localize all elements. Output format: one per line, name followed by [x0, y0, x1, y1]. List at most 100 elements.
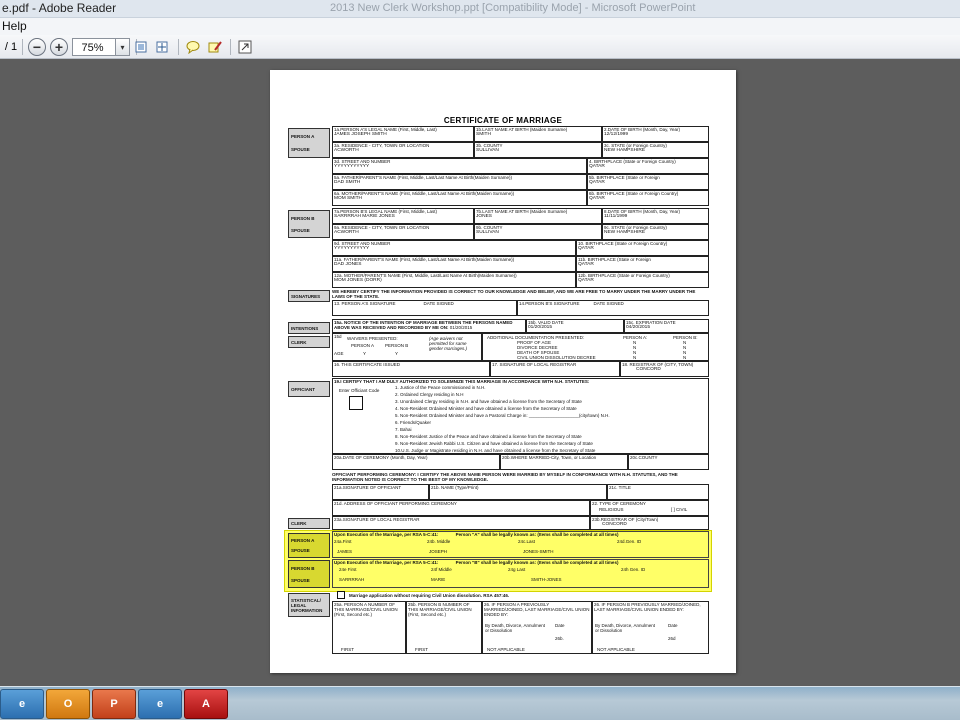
- internet-explorer-icon[interactable]: e: [138, 689, 182, 719]
- section-label: PERSON A: [291, 537, 315, 543]
- field-label: 16. THIS CERTIFICATE ISSUED: [334, 362, 401, 367]
- sign-icon[interactable]: [206, 38, 224, 56]
- internet-explorer-icon[interactable]: e: [0, 689, 44, 719]
- field-label-24h: 24h Gen. ID: [621, 567, 646, 572]
- field-9a: 9a. RESIDENCE - CITY, TOWN OR LOCATION AC…: [332, 224, 474, 240]
- field-value: CONCORD: [602, 522, 627, 527]
- execution-a-heading: Upon Execution of the Marriage, per RSA …: [334, 532, 439, 537]
- officiant-performing-statement: OFFICIANT PERFORMING CEREMONY: I CERTIFY…: [332, 472, 678, 483]
- field-label: 25b. PERSON B NUMBER OF THIS MARRIAGE/CI…: [408, 602, 472, 617]
- field-label-26d: 26d: [668, 636, 676, 641]
- pdf-page: CERTIFICATE OF MARRIAGE PERSON A SPOUSE 1…: [270, 70, 736, 673]
- field-value-24b: JOSEPH: [429, 549, 448, 554]
- field-value: QATAR: [578, 262, 594, 267]
- outlook-icon[interactable]: O: [46, 689, 90, 719]
- field-label: 13. PERSON A'S SIGNATURE: [334, 301, 396, 306]
- field-26a: 26. IF PERSON A PREVIOUSLY MARRIED/JOINE…: [482, 601, 592, 654]
- zoom-level-input[interactable]: 75%: [72, 38, 116, 56]
- field-label: 20a.DATE OF CEREMONY (Month, Day, Year): [334, 455, 428, 460]
- section-clerk-2: CLERK: [288, 518, 330, 529]
- field-value: FIRST: [341, 647, 354, 652]
- comment-icon[interactable]: [184, 38, 202, 56]
- waiver-person-a: PERSON A: [351, 343, 375, 348]
- page-count: / 1: [4, 41, 18, 53]
- officiant-code-input[interactable]: [349, 396, 363, 410]
- field-21b: 21b. NAME (Type/Print): [429, 484, 607, 500]
- field-label: 5a. FATHER/PARENT'S NAME (First, Middle,…: [334, 175, 512, 180]
- field-label-24f: 24f Middle: [431, 567, 452, 572]
- section-label: SPOUSE: [291, 577, 310, 583]
- execution-a-known: Person "A" shall be legally known as: (I…: [455, 532, 619, 537]
- field-1b: 1b.LAST NAME AT BIRTH (Maiden Surname) SM…: [474, 126, 602, 142]
- field-value: 12/12/1999: [604, 132, 629, 137]
- menu-help[interactable]: Help: [2, 19, 27, 33]
- fit-width-icon[interactable]: [153, 38, 171, 56]
- section-officiant: OFFICIANT: [288, 381, 330, 397]
- zoom-dropdown-icon[interactable]: ▾: [116, 38, 130, 56]
- field-label: 20c.COUNTY: [630, 455, 658, 460]
- field-15c: 15c. EXPIRATION DATE 04/20/2015: [624, 319, 709, 333]
- section-label: SPOUSE: [291, 227, 310, 233]
- field-value: NEW HAMPSHIRE: [604, 230, 646, 235]
- section-statistical: STATISTICAL/ LEGAL INFORMATION: [288, 593, 330, 617]
- section-label: INTENTIONS: [291, 325, 319, 331]
- field-20b: 20b.WHERE MARRIED-City, Town, or Locatio…: [500, 454, 628, 470]
- field-9b: 9b. COUNTY SULLIVAN: [474, 224, 602, 240]
- field-value: MOM JONES (DORR): [334, 278, 382, 283]
- date-label: Date: [668, 623, 678, 628]
- fit-page-icon[interactable]: [132, 38, 150, 56]
- field-11b: 11b. BIRTHPLACE (State or Foreign QATAR: [576, 256, 709, 272]
- zoom-out-icon[interactable]: −: [28, 38, 46, 56]
- officiant-type-item: 1. Justice of the Peace commissioned in …: [395, 385, 486, 390]
- execution-b-known: Person "B" shall be legally known as: (I…: [455, 560, 619, 565]
- powerpoint-icon[interactable]: P: [92, 689, 136, 719]
- field-13: 13. PERSON A'S SIGNATURE DATE SIGNED: [332, 300, 517, 316]
- field-value: YYYYYYYYYYY: [334, 246, 370, 251]
- window-center-title: 2013 New Clerk Workshop.ppt [Compatibili…: [330, 2, 696, 14]
- field-3c: 3c. STATE (or Foreign Country) NEW HAMPSH…: [602, 142, 709, 158]
- field-19: 19.I CERTIFY THAT I AM DULY AUTHORIZED T…: [332, 378, 709, 454]
- officiant-type-item: 8. Non-Resident Justice of the Peace and…: [395, 434, 582, 439]
- age-person-b: Y: [395, 351, 399, 356]
- field-label-24d: 24d.Gen. ID: [617, 539, 642, 544]
- field-label-24c: 24c.Last: [518, 539, 536, 544]
- field-label: 26. IF PERSON B PREVIOUSLY MARRIED/JOINE…: [594, 602, 701, 612]
- zoom-in-icon[interactable]: +: [50, 38, 68, 56]
- field-label: 23a.SIGNATURE OF LOCAL REGISTRAR: [334, 517, 420, 522]
- officiant-type-item: 3. Unordained Clergy residing in N.H. an…: [395, 399, 582, 404]
- section-label: STATISTICAL/ LEGAL INFORMATION: [291, 597, 323, 613]
- field-25a: 25a. PERSON A NUMBER OF THIS MARRIAGE/CI…: [332, 601, 406, 654]
- menu-bar: Help: [0, 18, 960, 35]
- civil-option[interactable]: [ ] CIVIL: [671, 507, 687, 512]
- field-value: NOT APPLICABLE: [597, 647, 635, 652]
- expand-icon[interactable]: [236, 38, 254, 56]
- field-21c: 21c. TITLE: [607, 484, 709, 500]
- field-value: DAD JONES: [334, 262, 362, 267]
- adobe-reader-icon[interactable]: A: [184, 689, 228, 719]
- field-8: 8.DATE OF BIRTH (Month, Day, Year) 11/11/…: [602, 208, 709, 224]
- field-5b: 5b. BIRTHPLACE (State or Foreign QATAR: [587, 174, 709, 190]
- doc-a-value: N: [633, 355, 637, 360]
- field-6b: 6b. BIRTHPLACE (State or Foreign Country…: [587, 190, 709, 206]
- field-7b: 7b.LAST NAME AT BIRTH (Maiden Surname) JO…: [474, 208, 602, 224]
- window-title: e.pdf - Adobe Reader: [2, 1, 117, 15]
- doc-b-value: N: [683, 355, 687, 360]
- execution-b-box: Upon Execution of the Marriage, per RSA …: [332, 559, 709, 588]
- field-value: FIRST: [415, 647, 428, 652]
- section-label: SPOUSE: [291, 147, 310, 152]
- field-value: 04/20/2015: [626, 325, 651, 330]
- field-value: JONES: [476, 214, 492, 219]
- field-value: SARRRRAH MARIE JONES: [334, 214, 395, 219]
- officiant-type-item: 10.U.S. Judge or Magistrate residing in …: [395, 448, 596, 453]
- religious-option[interactable]: RELIGIOUS: [599, 507, 624, 512]
- section-person-b-2: PERSON B SPOUSE: [288, 560, 330, 588]
- civil-union-checkbox[interactable]: [337, 591, 345, 599]
- civil-union-decree: CIVIL UNION DISSOLUTION DECREE: [517, 355, 596, 360]
- field-25b: 25b. PERSON B NUMBER OF THIS MARRIAGE/CI…: [406, 601, 482, 654]
- field-value: YYYYYYYYYYY: [334, 164, 370, 169]
- field-value: QATAR: [578, 278, 594, 283]
- field-22: 22. TYPE OF CEREMONY RELIGIOUS [ ] CIVIL: [590, 500, 709, 516]
- certificate-form: PERSON A SPOUSE 1a.PERSON A'S LEGAL NAME …: [284, 123, 712, 656]
- separator: [230, 39, 231, 55]
- field-label: DATE SIGNED: [423, 301, 454, 306]
